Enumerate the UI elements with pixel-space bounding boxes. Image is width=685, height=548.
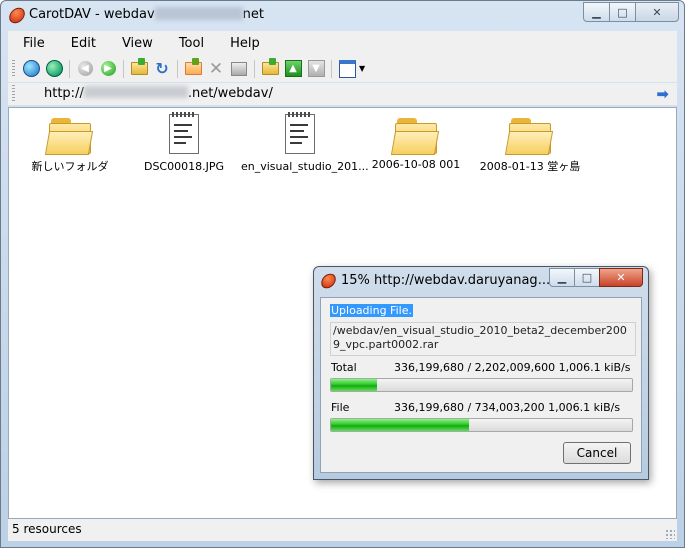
view-mode-button[interactable] [337, 59, 357, 79]
uploading-heading: Uploading File. [330, 304, 413, 317]
toolbar-grip[interactable] [12, 59, 15, 78]
refresh-button[interactable]: ↻ [152, 59, 172, 79]
list-item[interactable]: en_visual_studio_201... [241, 112, 369, 173]
toolbar-separator [69, 59, 70, 78]
view-mode-dropdown-icon[interactable]: ▼ [359, 64, 365, 73]
properties-button[interactable] [229, 59, 249, 79]
new-folder-button[interactable] [183, 58, 203, 79]
refresh-icon: ↻ [155, 59, 169, 78]
toolbar-separator [123, 59, 124, 78]
upload-icon: ▲ [284, 60, 302, 77]
redacted-host [83, 86, 188, 98]
folder-icon [390, 118, 440, 155]
forward-button[interactable]: ▶ [98, 59, 118, 79]
back-icon: ◀ [77, 61, 93, 76]
dialog-minimize-button[interactable]: ▁ [549, 268, 575, 287]
list-item[interactable]: 新しいフォルダ [11, 114, 129, 174]
address-bar: http://.net/webdav/ ➡ [8, 83, 677, 105]
menu-tool[interactable]: Tool [164, 36, 215, 51]
total-progress-bar [330, 378, 633, 392]
file-name: 2006-10-08 001 [371, 158, 461, 171]
upload-path: /webdav/en_visual_studio_2010_beta2_dece… [330, 322, 636, 356]
connect-button[interactable] [21, 59, 41, 79]
toolbar-separator [331, 59, 332, 78]
document-icon [285, 112, 315, 154]
connect-icon [22, 60, 40, 77]
file-name: 新しいフォルダ [31, 160, 109, 173]
menu-help[interactable]: Help [215, 36, 271, 51]
delete-button[interactable]: ✕ [206, 59, 226, 79]
upload-folder-button[interactable] [260, 58, 280, 79]
maximize-icon: □ [617, 5, 628, 19]
file-value: 336,199,680 / 734,003,200 1,006.1 kiB/s [394, 401, 621, 414]
folder-icon [504, 118, 554, 155]
file-progress-fill [331, 419, 469, 431]
properties-icon [231, 61, 247, 76]
title-bar[interactable]: CarotDAV - webdav net ▁ □ ✕ [1, 1, 684, 29]
dialog-title: 15% http://webdav.daruyanag... [341, 273, 551, 288]
file-label: File [331, 401, 350, 414]
carotdav-app-icon [7, 4, 27, 27]
parent-folder-button[interactable] [129, 58, 149, 79]
total-progress-fill [331, 379, 378, 391]
go-arrow-icon[interactable]: ➡ [656, 85, 669, 103]
toolbar-separator [254, 59, 255, 78]
maximize-icon: □ [581, 271, 593, 284]
list-item[interactable]: DSC00018.JPG [125, 112, 243, 173]
folder-icon [44, 118, 94, 155]
carotdav-app-icon [319, 271, 338, 291]
download-icon: ▼ [307, 60, 325, 77]
upload-button[interactable]: ▲ [283, 59, 303, 79]
status-text: 5 resources [12, 522, 82, 536]
dialog-close-button[interactable]: ✕ [599, 268, 643, 287]
address-input[interactable]: http://.net/webdav/ [44, 86, 273, 101]
total-label: Total [331, 361, 357, 374]
disconnect-icon [45, 60, 63, 77]
window-title: CarotDAV - webdav net [29, 7, 264, 22]
upload-progress-dialog: 15% http://webdav.daruyanag... ▁ □ ✕ Upl… [313, 266, 649, 480]
menu-edit[interactable]: Edit [56, 36, 107, 51]
redacted-host [154, 7, 243, 20]
view-mode-icon [338, 59, 356, 78]
cancel-button[interactable]: Cancel [563, 442, 631, 464]
maximize-button[interactable]: □ [609, 2, 636, 22]
toolbar: ◀ ▶ ↻ ✕ ▲ ▼ ▼ [8, 55, 677, 82]
minimize-icon: ▁ [592, 5, 601, 19]
address-bar-grip[interactable] [12, 85, 15, 103]
file-progress-bar [330, 418, 633, 432]
toolbar-separator [177, 59, 178, 78]
minimize-button[interactable]: ▁ [583, 2, 610, 22]
resize-grip-icon[interactable] [665, 529, 675, 539]
new-folder-icon [184, 58, 202, 75]
menu-bar: File Edit View Tool Help [8, 31, 677, 55]
status-bar: 5 resources [8, 519, 677, 541]
list-item[interactable]: 2008-01-13 堂ヶ島 [471, 114, 589, 174]
menu-view[interactable]: View [107, 36, 164, 51]
file-name: en_visual_studio_201... [241, 160, 369, 173]
document-icon [169, 112, 199, 154]
parent-folder-icon [130, 58, 148, 75]
close-icon: ✕ [616, 271, 626, 284]
close-icon: ✕ [652, 5, 662, 19]
minimize-icon: ▁ [557, 271, 567, 284]
total-value: 336,199,680 / 2,202,009,600 1,006.1 kiB/… [394, 361, 631, 374]
file-name: DSC00018.JPG [143, 160, 225, 173]
delete-icon: ✕ [208, 58, 224, 79]
back-button[interactable]: ◀ [75, 59, 95, 79]
close-button[interactable]: ✕ [635, 2, 679, 22]
download-button[interactable]: ▼ [306, 59, 326, 79]
upload-folder-icon [261, 58, 279, 75]
forward-icon: ▶ [100, 61, 116, 76]
menu-file[interactable]: File [8, 36, 56, 51]
dialog-body: Uploading File. /webdav/en_visual_studio… [320, 297, 642, 473]
file-name: 2008-01-13 堂ヶ島 [479, 160, 581, 173]
dialog-maximize-button[interactable]: □ [574, 268, 600, 287]
list-item[interactable]: 2006-10-08 001 [357, 114, 475, 171]
disconnect-button[interactable] [44, 59, 64, 79]
